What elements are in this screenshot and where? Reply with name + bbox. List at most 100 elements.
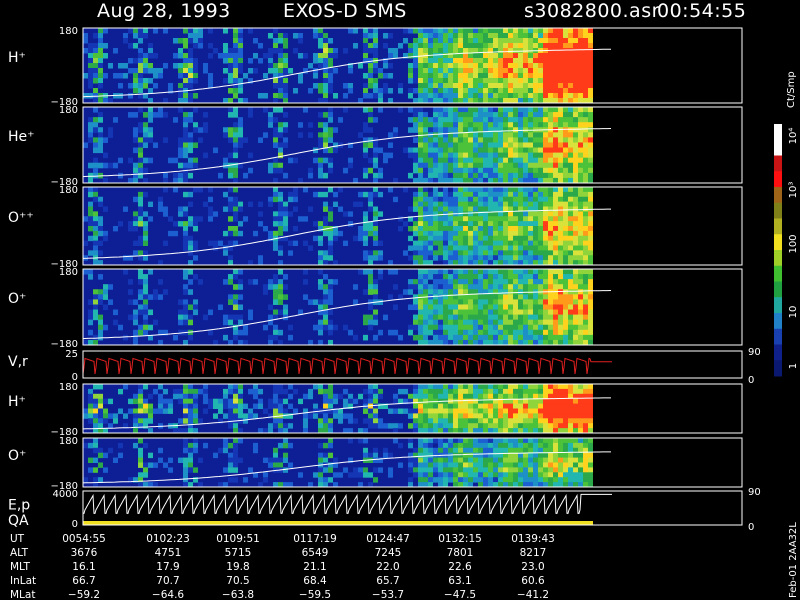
spec-cell xyxy=(538,442,543,449)
spec-cell xyxy=(578,240,583,246)
spec-cell xyxy=(468,334,473,341)
panel-6: O⁺180−180 xyxy=(8,436,743,492)
spec-cell xyxy=(528,63,533,69)
spec-cell xyxy=(463,442,468,449)
spec-cell xyxy=(518,226,523,232)
spec-cell xyxy=(508,319,513,326)
spec-cell xyxy=(198,127,203,133)
spec-cell xyxy=(138,418,143,424)
spec-cell xyxy=(583,245,588,251)
spec-cell xyxy=(528,393,533,400)
spec-cell xyxy=(133,28,138,34)
spec-cell xyxy=(468,314,473,321)
spec-cell xyxy=(428,48,433,54)
spec-cell xyxy=(588,93,593,99)
spec-cell xyxy=(498,127,503,133)
spec-cell xyxy=(588,299,593,305)
spec-cell xyxy=(503,393,508,400)
spec-cell xyxy=(428,319,433,326)
spec-cell xyxy=(463,78,468,84)
spec-cell xyxy=(418,452,423,459)
spec-cell xyxy=(268,196,273,203)
spec-cell xyxy=(543,334,548,341)
spec-cell xyxy=(503,384,508,390)
spec-cell xyxy=(523,83,528,89)
spec-cell xyxy=(353,418,358,424)
spec-cell xyxy=(373,388,378,395)
spec-cell xyxy=(553,28,558,34)
spec-cell xyxy=(583,167,588,174)
spec-cell xyxy=(428,216,433,222)
spec-cell xyxy=(123,33,128,39)
spec-cell xyxy=(558,68,563,74)
spec-cell xyxy=(278,442,283,449)
spec-cell xyxy=(468,167,473,174)
spec-cell xyxy=(278,269,283,275)
spec-cell xyxy=(368,384,373,390)
spec-cell xyxy=(328,294,333,300)
spec-cell xyxy=(298,38,303,44)
spec-cell xyxy=(458,216,463,222)
spec-cell xyxy=(213,240,218,246)
spec-cell xyxy=(183,413,188,419)
spec-cell xyxy=(183,477,188,483)
spec-cell xyxy=(508,172,513,179)
spec-cell xyxy=(583,117,588,123)
spec-cell xyxy=(498,201,503,207)
spec-cell xyxy=(553,423,558,429)
spec-cell xyxy=(388,88,393,94)
spec-cell xyxy=(488,334,493,341)
spec-cell xyxy=(178,388,183,395)
spec-cell xyxy=(453,467,458,473)
spec-cell xyxy=(563,299,568,305)
spec-cell xyxy=(513,324,518,331)
spec-cell xyxy=(363,191,368,198)
spec-cell xyxy=(363,418,368,424)
spec-cell xyxy=(498,403,503,409)
spec-cell xyxy=(273,284,278,290)
spec-cell xyxy=(418,78,423,84)
spec-cell xyxy=(438,167,443,174)
spec-cell xyxy=(468,457,473,463)
spec-cell xyxy=(138,122,143,128)
spec-cell xyxy=(468,393,473,400)
spec-cell xyxy=(438,38,443,44)
spec-cell xyxy=(318,172,323,179)
spec-cell xyxy=(443,63,448,69)
spec-cell xyxy=(443,201,448,207)
spec-cell xyxy=(398,334,403,341)
spec-cell xyxy=(508,187,513,193)
spec-cell xyxy=(493,83,498,89)
spec-cell xyxy=(433,314,438,321)
spec-cell xyxy=(338,187,343,193)
spec-cell xyxy=(228,403,233,409)
spec-cell xyxy=(443,157,448,164)
spec-cell xyxy=(423,43,428,49)
spec-cell xyxy=(518,457,523,463)
spec-cell xyxy=(498,78,503,84)
spec-cell xyxy=(543,250,548,256)
spec-cell xyxy=(223,403,228,409)
spec-cell xyxy=(478,196,483,203)
spec-cell xyxy=(368,93,373,99)
spec-cell xyxy=(543,187,548,193)
spec-cell xyxy=(573,457,578,463)
spec-cell xyxy=(98,147,103,154)
spec-cell xyxy=(438,73,443,79)
spec-cell xyxy=(238,28,243,34)
spec-cell xyxy=(448,78,453,84)
spec-cell xyxy=(288,191,293,198)
spec-cell xyxy=(438,314,443,321)
spec-cell xyxy=(138,438,143,444)
spec-cell xyxy=(413,393,418,400)
spec-cell xyxy=(253,447,258,454)
spec-cell xyxy=(453,393,458,400)
spec-cell xyxy=(533,413,538,419)
spec-cell xyxy=(463,398,468,405)
spec-cell xyxy=(543,53,548,59)
spec-cell xyxy=(568,299,573,305)
spec-cell xyxy=(543,38,548,44)
spec-cell xyxy=(458,83,463,89)
spec-cell xyxy=(518,279,523,285)
spec-cell xyxy=(418,63,423,69)
